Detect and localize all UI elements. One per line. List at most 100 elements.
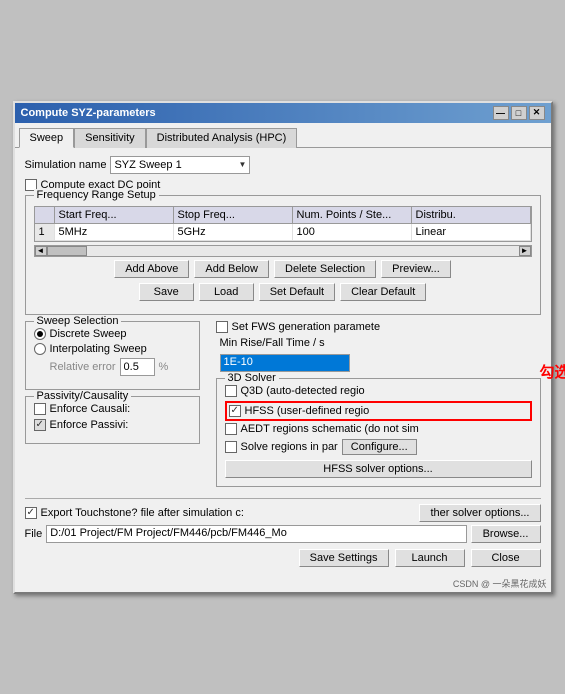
- percent-label: %: [159, 361, 169, 373]
- two-col-section: Sweep Selection Discrete Sweep Interpola…: [25, 321, 541, 493]
- tab-distributed[interactable]: Distributed Analysis (HPC): [146, 128, 298, 148]
- min-rise-label: Min Rise/Fall Time / s: [220, 337, 325, 349]
- table-row[interactable]: 1 5MHz 5GHz 100 Linear: [35, 224, 531, 241]
- file-path-value: D:/01 Project/FM Project/FM446/pcb/FM446…: [50, 527, 287, 539]
- table-btn-row: Add Above Add Below Delete Selection Pre…: [34, 260, 532, 278]
- discrete-sweep-row: Discrete Sweep: [34, 328, 191, 340]
- export-label: Export Touchstone? file after simulation…: [41, 507, 244, 519]
- fws-checkbox[interactable]: [216, 321, 228, 333]
- enforce-passivity-row: ✓ Enforce Passivi:: [34, 419, 191, 431]
- scroll-thumb[interactable]: [47, 246, 87, 256]
- discrete-sweep-radio[interactable]: [34, 328, 46, 340]
- hfss-row: ✓ HFSS (user-defined regio: [229, 405, 528, 417]
- browse-button[interactable]: Browse...: [471, 525, 541, 543]
- aedt-label: AEDT regions schematic (do not sim: [241, 423, 419, 435]
- q3d-row: Q3D (auto-detected regio: [225, 385, 532, 397]
- launch-button[interactable]: Launch: [395, 549, 465, 567]
- add-below-button[interactable]: Add Below: [194, 260, 269, 278]
- add-above-button[interactable]: Add Above: [114, 260, 189, 278]
- enforce-causality-label: Enforce Causali:: [50, 403, 131, 415]
- scroll-right-icon[interactable]: ►: [519, 246, 531, 256]
- relative-error-input[interactable]: [120, 358, 155, 376]
- frequency-range-group: Frequency Range Setup Start Freq... Stop…: [25, 195, 541, 315]
- sweep-selection-label: Sweep Selection: [34, 315, 122, 327]
- interpolating-sweep-radio[interactable]: [34, 343, 46, 355]
- file-label: File: [25, 528, 43, 540]
- aedt-checkbox[interactable]: [225, 423, 237, 435]
- minimize-button[interactable]: —: [493, 106, 509, 120]
- td-start: 5MHz: [55, 224, 174, 240]
- solver-3d-label: 3D Solver: [225, 372, 279, 384]
- th-dist: Distribu.: [412, 207, 531, 223]
- frequency-range-label: Frequency Range Setup: [34, 189, 159, 201]
- save-load-btn-row: Save Load Set Default Clear Default: [34, 283, 532, 301]
- interpolating-sweep-label: Interpolating Sweep: [50, 343, 147, 355]
- solver-3d-group: 3D Solver Q3D (auto-detected regio ✓ HFS…: [216, 378, 541, 487]
- load-button[interactable]: Load: [199, 283, 254, 301]
- tab-sensitivity[interactable]: Sensitivity: [74, 128, 146, 148]
- min-rise-value: 1E-10: [224, 356, 253, 368]
- aedt-row: AEDT regions schematic (do not sim: [225, 423, 532, 435]
- table-header: Start Freq... Stop Freq... Num. Points /…: [35, 207, 531, 224]
- clear-default-button[interactable]: Clear Default: [340, 283, 426, 301]
- q3d-checkbox[interactable]: [225, 385, 237, 397]
- scroll-left-icon[interactable]: ◄: [35, 246, 47, 256]
- footer-close-button[interactable]: Close: [471, 549, 541, 567]
- divider: [25, 498, 541, 499]
- save-button[interactable]: Save: [139, 283, 194, 301]
- scroll-track[interactable]: [47, 246, 519, 256]
- td-rownum: 1: [35, 224, 55, 240]
- fws-row: Set FWS generation paramete: [216, 321, 541, 333]
- enforce-passivity-label: Enforce Passivi:: [50, 419, 129, 431]
- q3d-label: Q3D (auto-detected regio: [241, 385, 365, 397]
- th-start: Start Freq...: [55, 207, 174, 223]
- enforce-causality-row: Enforce Causali:: [34, 403, 191, 415]
- passivity-label: Passivity/Causality: [34, 390, 132, 402]
- dropdown-arrow-icon: ▼: [239, 160, 247, 169]
- preview-button[interactable]: Preview...: [381, 260, 451, 278]
- configure-button[interactable]: Configure...: [342, 439, 417, 455]
- min-rise-row: Min Rise/Fall Time / s: [220, 337, 541, 349]
- td-dist: Linear: [412, 224, 531, 240]
- tab-bar: Sweep Sensitivity Distributed Analysis (…: [15, 123, 551, 148]
- hfss-solver-options-button[interactable]: HFSS solver options...: [225, 460, 532, 478]
- enforce-passivity-checkbox[interactable]: ✓: [34, 419, 46, 431]
- export-checkbox[interactable]: ✓: [25, 507, 37, 519]
- hfss-checkbox[interactable]: ✓: [229, 405, 241, 417]
- frequency-table: Start Freq... Stop Freq... Num. Points /…: [34, 206, 532, 242]
- save-settings-button[interactable]: Save Settings: [299, 549, 389, 567]
- delete-selection-button[interactable]: Delete Selection: [274, 260, 376, 278]
- interpolating-sweep-row: Interpolating Sweep: [34, 343, 191, 355]
- th-rownum: [35, 207, 55, 223]
- th-points: Num. Points / Ste...: [293, 207, 412, 223]
- enforce-causality-checkbox[interactable]: [34, 403, 46, 415]
- solve-regions-row: Solve regions in par Configure...: [225, 439, 532, 455]
- relative-error-label: Relative error: [50, 361, 116, 373]
- hfss-highlight-box: ✓ HFSS (user-defined regio: [225, 401, 532, 421]
- min-rise-input[interactable]: 1E-10: [220, 354, 350, 372]
- other-solver-button[interactable]: ther solver options...: [419, 504, 540, 522]
- set-default-button[interactable]: Set Default: [259, 283, 335, 301]
- maximize-button[interactable]: □: [511, 106, 527, 120]
- right-section: Set FWS generation paramete Min Rise/Fal…: [216, 321, 541, 493]
- discrete-sweep-label: Discrete Sweep: [50, 328, 127, 340]
- hfss-label: HFSS (user-defined regio: [245, 405, 370, 417]
- simulation-name-label: Simulation name: [25, 159, 107, 171]
- solver-options-row: HFSS solver options...: [225, 460, 532, 478]
- tab-sweep[interactable]: Sweep: [19, 128, 75, 148]
- title-bar: Compute SYZ-parameters — □ ✕: [15, 103, 551, 123]
- window-title: Compute SYZ-parameters: [21, 107, 156, 119]
- simulation-name-dropdown[interactable]: SYZ Sweep 1 ▼: [110, 156, 250, 174]
- title-bar-buttons: — □ ✕: [493, 106, 545, 120]
- th-stop: Stop Freq...: [174, 207, 293, 223]
- file-path-field[interactable]: D:/01 Project/FM Project/FM446/pcb/FM446…: [46, 525, 466, 543]
- solve-regions-checkbox[interactable]: [225, 441, 237, 453]
- fws-label: Set FWS generation paramete: [232, 321, 381, 333]
- solve-regions-label: Solve regions in par: [241, 441, 338, 453]
- simulation-name-row: Simulation name SYZ Sweep 1 ▼: [25, 156, 541, 174]
- watermark: CSDN @ 一朵黑花成妖: [15, 575, 551, 592]
- horizontal-scrollbar[interactable]: ◄ ►: [34, 245, 532, 257]
- td-points: 100: [293, 224, 412, 240]
- main-window: Compute SYZ-parameters — □ ✕ Sweep Sensi…: [13, 101, 553, 594]
- close-button[interactable]: ✕: [529, 106, 545, 120]
